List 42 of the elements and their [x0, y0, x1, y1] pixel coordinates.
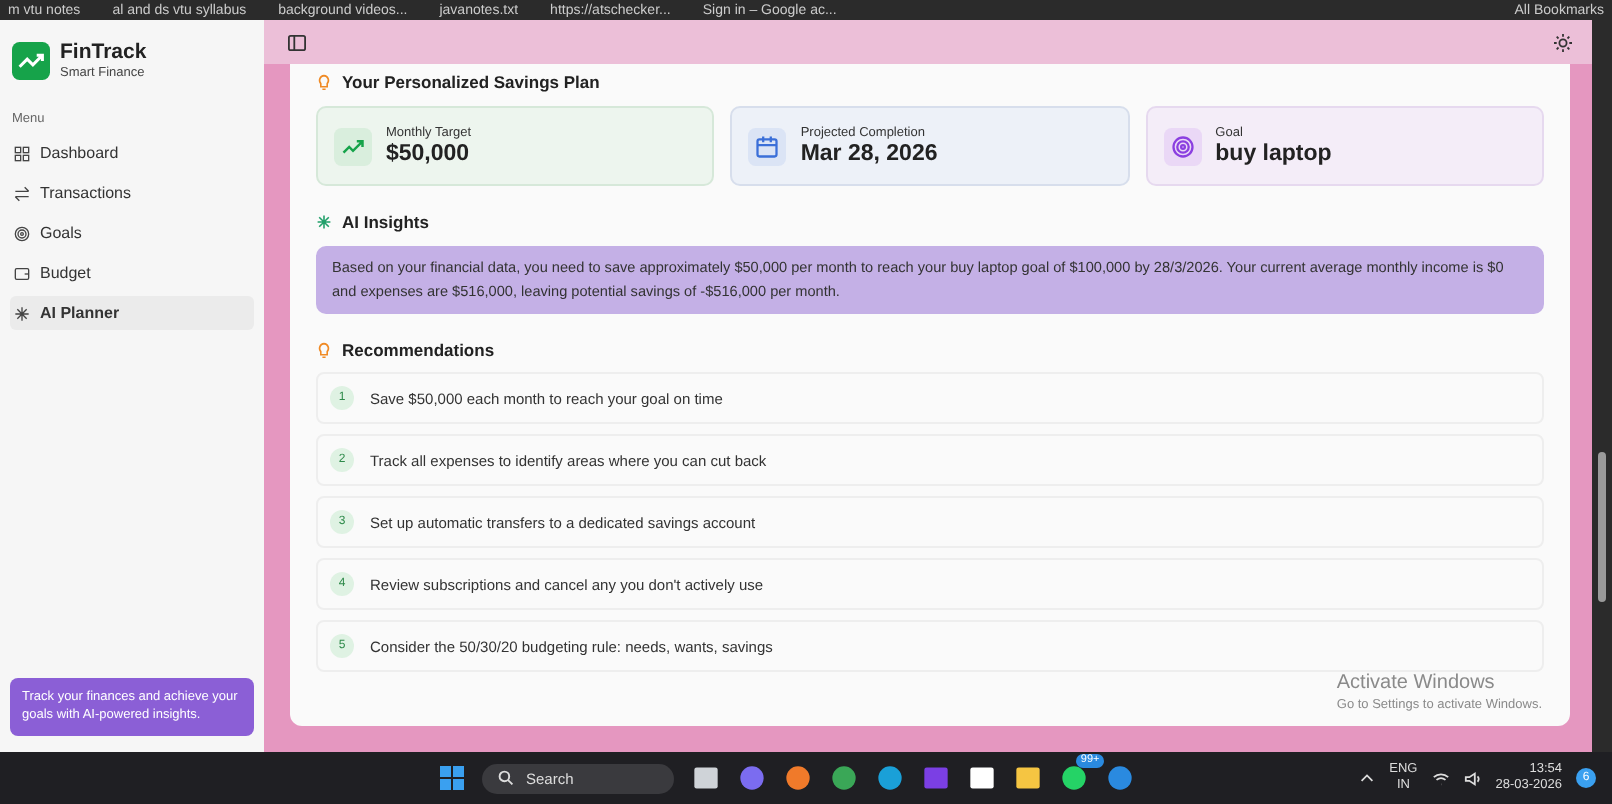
nav-item[interactable]: Budget [10, 256, 254, 290]
recommendations-heading: Recommendations [342, 340, 495, 360]
target-icon [14, 225, 30, 241]
plan-title: Your Personalized Savings Plan [342, 72, 600, 92]
app-icon[interactable] [737, 764, 766, 792]
lightbulb-icon [316, 342, 332, 358]
app-icon[interactable] [829, 764, 858, 792]
app-icon[interactable] [875, 764, 904, 792]
grid-icon [14, 145, 30, 161]
trend-logo-icon [12, 41, 50, 79]
speaker-icon[interactable] [1463, 769, 1482, 787]
lightbulb-icon [316, 74, 332, 90]
app-logo-icon[interactable] [967, 764, 996, 792]
arrows-icon [14, 185, 30, 201]
stat-value: buy laptop [1215, 142, 1332, 166]
folder-icon[interactable] [1013, 764, 1042, 792]
stat-value: $50,000 [386, 142, 472, 166]
nav-item[interactable]: Transactions [10, 176, 254, 210]
calendar-icon [748, 127, 787, 165]
search-icon [498, 770, 514, 786]
chevron-up-icon[interactable] [1357, 769, 1376, 787]
nav-item[interactable]: Goals [10, 216, 254, 250]
sun-icon[interactable] [1554, 33, 1572, 51]
chat-app-icon[interactable] [1059, 764, 1088, 792]
target-icon [1163, 127, 1202, 165]
sparkle-icon [316, 214, 332, 230]
activation-notice-title: Activate Windows [1336, 672, 1497, 694]
nav-item[interactable]: AI Planner [10, 296, 254, 330]
insights-heading: AI Insights [342, 212, 429, 232]
sparkle-icon [14, 305, 30, 321]
app-icon[interactable] [921, 764, 950, 792]
nav-item[interactable]: Dashboard [10, 136, 254, 170]
wallet-icon [14, 265, 30, 281]
app-icon[interactable] [1105, 764, 1134, 792]
stat-value: Mar 28, 2026 [800, 142, 938, 166]
start-icon[interactable] [440, 766, 464, 790]
trend-icon [334, 127, 372, 165]
sidebar-toggle-icon[interactable] [288, 33, 306, 51]
scroll-thumb[interactable] [1598, 452, 1606, 602]
app-icon[interactable] [783, 764, 812, 792]
scrollbar[interactable] [1592, 20, 1612, 752]
brand-name: FinTrack [60, 40, 147, 64]
